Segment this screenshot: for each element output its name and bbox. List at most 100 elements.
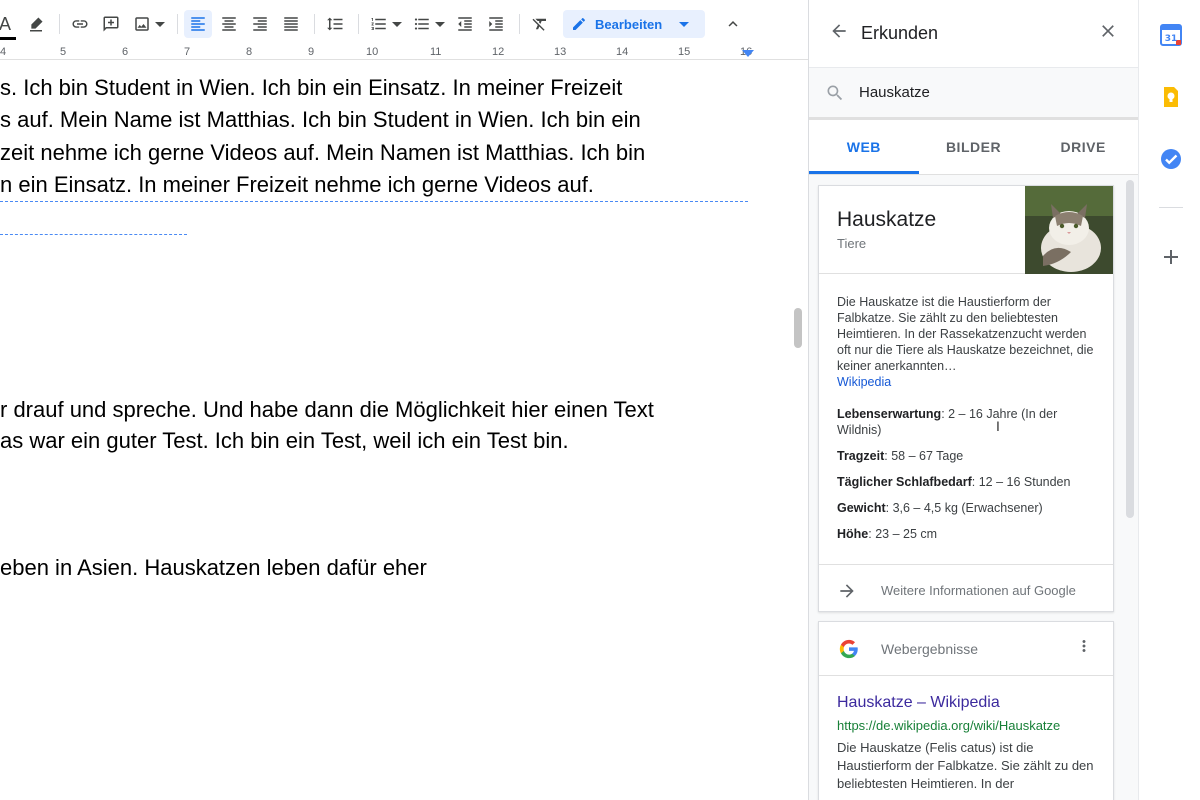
more-info-link[interactable]: Weitere Informationen auf Google xyxy=(819,564,1113,618)
document-line[interactable]: eben in Asien. Hauskatzen leben dafür eh… xyxy=(0,555,427,581)
clear-formatting-button[interactable] xyxy=(526,10,554,38)
insert-link-button[interactable] xyxy=(66,10,94,38)
fact-label[interactable]: Gewicht xyxy=(837,501,886,515)
rail-divider xyxy=(1159,207,1183,208)
explore-search-input[interactable] xyxy=(859,84,1109,101)
align-justify-icon xyxy=(284,17,298,31)
explore-search-bar xyxy=(809,68,1138,120)
keep-icon[interactable] xyxy=(1159,85,1183,109)
document-line[interactable]: as war ein guter Test. Ich bin ein Test,… xyxy=(0,428,569,454)
google-logo-icon xyxy=(839,639,858,658)
result-title-link[interactable]: Hauskatze – Wikipedia xyxy=(837,694,1095,712)
comment-plus-icon xyxy=(103,16,119,32)
tab-drive[interactable]: DRIVE xyxy=(1028,120,1138,174)
fact-item: Täglicher Schlafbedarf: 12 – 16 Stunden xyxy=(837,474,1095,490)
explore-header: Erkunden xyxy=(809,0,1138,68)
link-icon xyxy=(72,20,88,28)
toolbar-divider xyxy=(358,14,359,34)
indent-decrease-icon xyxy=(458,17,472,31)
toolbar-divider xyxy=(59,14,60,34)
align-center-button[interactable] xyxy=(215,10,243,38)
fact-item: Gewicht: 3,6 – 4,5 kg (Erwachsener) xyxy=(837,500,1095,516)
add-comment-button[interactable] xyxy=(97,10,125,38)
document-canvas[interactable]: s. Ich bin Student in Wien. Ich bin ein … xyxy=(0,60,792,800)
more-vert-icon xyxy=(1082,640,1086,652)
ruler-label: 9 xyxy=(308,46,315,58)
justify-button[interactable] xyxy=(277,10,305,38)
right-indent-marker[interactable] xyxy=(742,50,754,57)
line-spacing-button[interactable] xyxy=(321,10,349,38)
fact-label[interactable]: Täglicher Schlafbedarf xyxy=(837,475,972,489)
web-result: Hauskatze – Wikipedia https://de.wikiped… xyxy=(819,676,1113,793)
horizontal-ruler[interactable]: 4 5 6 7 8 9 10 11 12 13 14 15 16 xyxy=(0,46,808,60)
caret-down-icon xyxy=(392,22,402,27)
collapse-menus-button[interactable] xyxy=(719,10,747,38)
fact-label[interactable]: Höhe xyxy=(837,527,868,541)
document-line[interactable]: s. Ich bin Student in Wien. Ich bin ein … xyxy=(0,75,622,101)
fact-value: : 23 – 25 cm xyxy=(868,527,938,541)
close-icon xyxy=(1102,25,1114,37)
knowledge-card-subtitle: Tiere xyxy=(837,236,867,251)
caret-down-icon xyxy=(435,22,445,27)
description-text: Die Hauskatze ist die Haustierform der F… xyxy=(837,295,1094,373)
explore-panel: Erkunden WEB BILDER DRIVE Hauskatze Tier… xyxy=(808,0,1138,800)
align-right-icon xyxy=(253,17,267,31)
fact-value: : 12 – 16 Stunden xyxy=(971,475,1071,489)
tab-web[interactable]: WEB xyxy=(809,120,919,174)
image-dropdown[interactable] xyxy=(155,10,165,38)
tasks-icon[interactable] xyxy=(1159,147,1183,171)
more-options-button[interactable] xyxy=(1075,637,1093,660)
caret-down-icon xyxy=(155,22,165,27)
close-button[interactable] xyxy=(1098,21,1118,46)
explore-scrollbar[interactable] xyxy=(1126,180,1134,518)
document-scrollbar[interactable] xyxy=(794,308,802,348)
document-line[interactable]: r drauf und spreche. Und habe dann die M… xyxy=(0,397,654,423)
line-spacing-icon xyxy=(327,17,343,31)
tab-bilder[interactable]: BILDER xyxy=(919,120,1029,174)
web-results-header: Webergebnisse xyxy=(819,622,1113,676)
bulleted-list-button[interactable] xyxy=(408,10,436,38)
document-line[interactable]: n ein Einsatz. In meiner Freizeit nehme … xyxy=(0,172,594,198)
align-left-button[interactable] xyxy=(184,10,212,38)
ruler-label: 13 xyxy=(554,46,567,58)
explore-tabs: WEB BILDER DRIVE xyxy=(809,120,1138,175)
cat-photo[interactable] xyxy=(1025,186,1113,274)
caret-down-icon xyxy=(679,22,689,27)
fact-item: Lebenserwartung: 2 – 16 Jahre (In der Wi… xyxy=(837,406,1095,438)
wikipedia-link[interactable]: Wikipedia xyxy=(837,374,1095,390)
side-rail: 31 xyxy=(1138,0,1200,800)
svg-text:31: 31 xyxy=(1165,34,1178,44)
fact-label[interactable]: Tragzeit xyxy=(837,449,884,463)
numbered-list-button[interactable] xyxy=(365,10,393,38)
fact-label[interactable]: Lebenserwartung xyxy=(837,407,941,421)
knowledge-card-description: Die Hauskatze ist die Haustierform der F… xyxy=(819,274,1113,400)
decrease-indent-button[interactable] xyxy=(451,10,479,38)
document-line[interactable]: s auf. Mein Name ist Matthias. Ich bin S… xyxy=(0,107,641,133)
fact-value: : 3,6 – 4,5 kg (Erwachsener) xyxy=(885,501,1043,515)
ruler-label: 10 xyxy=(366,46,379,58)
ruler-label: 15 xyxy=(678,46,691,58)
clear-format-icon xyxy=(532,18,546,31)
toolbar-divider xyxy=(177,14,178,34)
insert-image-button[interactable] xyxy=(128,10,156,38)
add-icon[interactable] xyxy=(1159,245,1183,269)
highlighter-icon xyxy=(30,17,43,32)
back-button[interactable] xyxy=(829,21,849,46)
numbered-list-dropdown[interactable] xyxy=(392,10,402,38)
ruler-label: 11 xyxy=(430,46,442,58)
image-icon xyxy=(135,17,149,31)
ruler-label: 6 xyxy=(122,46,129,58)
text-color-icon[interactable]: A xyxy=(0,14,16,40)
ruler-label: 5 xyxy=(60,46,67,58)
document-line[interactable]: zeit nehme ich gerne Videos auf. Mein Na… xyxy=(0,140,645,166)
highlight-button[interactable] xyxy=(22,10,50,38)
editing-mode-dropdown[interactable]: Bearbeiten xyxy=(563,10,705,38)
calendar-icon[interactable]: 31 xyxy=(1159,23,1183,47)
more-info-label: Weitere Informationen auf Google xyxy=(881,583,1076,598)
numbered-list-icon xyxy=(371,18,386,30)
bulleted-list-icon xyxy=(414,18,429,30)
ruler-label: 7 xyxy=(184,46,191,58)
bulleted-list-dropdown[interactable] xyxy=(435,10,445,38)
align-right-button[interactable] xyxy=(246,10,274,38)
increase-indent-button[interactable] xyxy=(482,10,510,38)
